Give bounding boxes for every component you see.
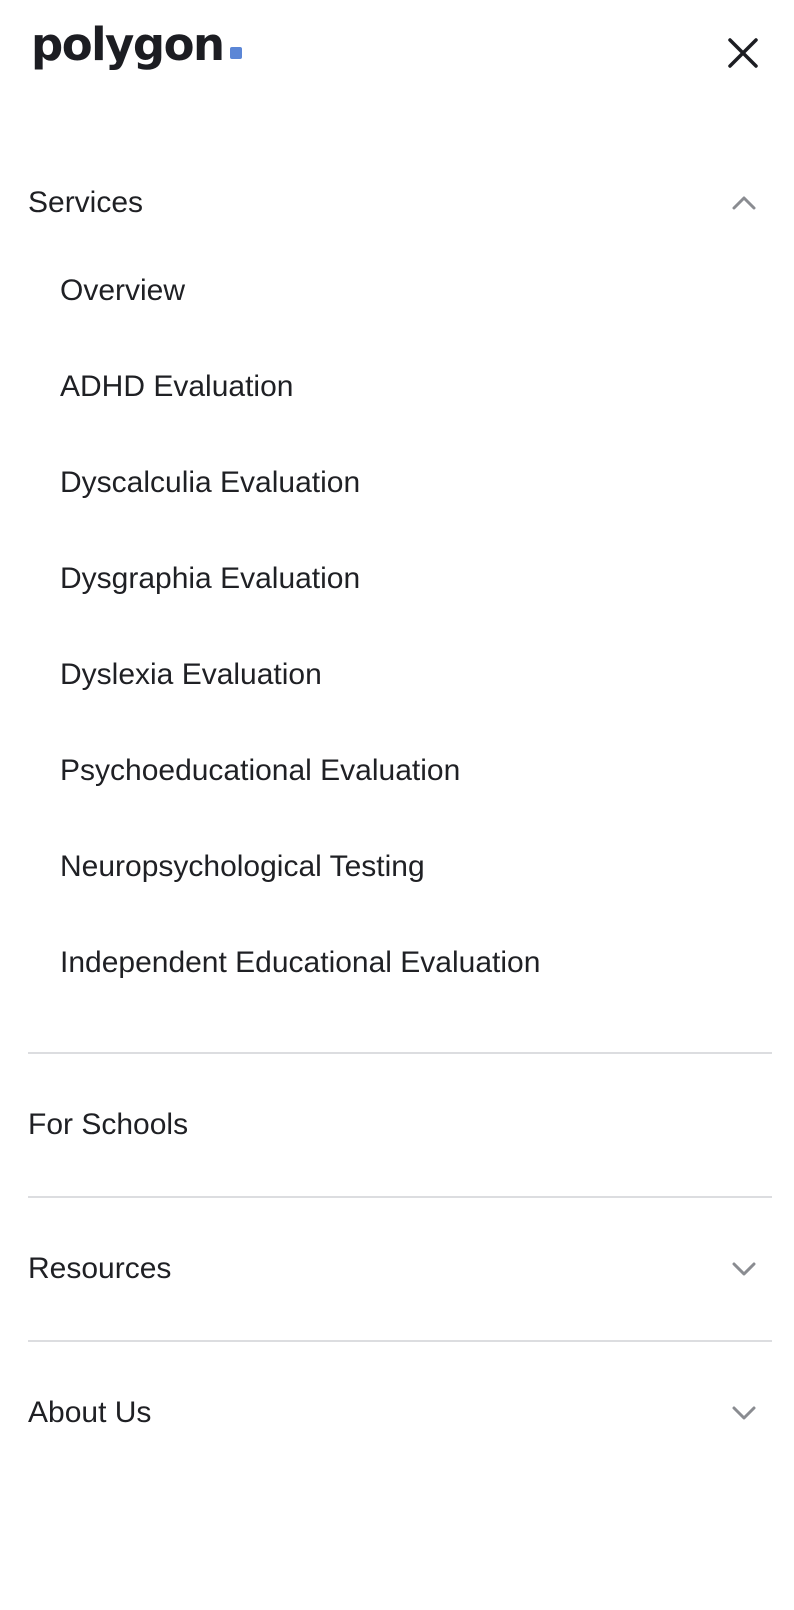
chevron-up-icon[interactable] bbox=[730, 189, 758, 217]
submenu-item-psychoeducational-evaluation[interactable]: Psychoeducational Evaluation bbox=[60, 748, 772, 794]
submenu-item-adhd-evaluation[interactable]: ADHD Evaluation bbox=[60, 364, 772, 410]
header: polygon bbox=[0, 0, 794, 110]
menu-item-label: For Schools bbox=[28, 1108, 189, 1141]
close-menu-button[interactable] bbox=[726, 36, 760, 70]
for-schools-section: For Schools bbox=[28, 1054, 772, 1196]
services-submenu: Overview ADHD Evaluation Dyscalculia Eva… bbox=[28, 268, 772, 986]
menu-item-resources[interactable]: Resources bbox=[28, 1246, 772, 1292]
chevron-down-icon[interactable] bbox=[730, 1255, 758, 1283]
close-icon bbox=[728, 38, 758, 68]
logo[interactable]: polygon bbox=[31, 22, 242, 67]
submenu-item-neuropsychological-testing[interactable]: Neuropsychological Testing bbox=[60, 844, 772, 890]
menu-item-label: Resources bbox=[28, 1252, 172, 1285]
about-us-section: About Us bbox=[28, 1342, 772, 1484]
menu-item-services[interactable]: Services bbox=[28, 180, 772, 226]
logo-dot bbox=[229, 47, 242, 59]
submenu-item-dysgraphia-evaluation[interactable]: Dysgraphia Evaluation bbox=[60, 556, 772, 602]
chevron-down-icon[interactable] bbox=[730, 1399, 758, 1427]
submenu-item-dyscalculia-evaluation[interactable]: Dyscalculia Evaluation bbox=[60, 460, 772, 506]
menu-item-label: About Us bbox=[28, 1396, 152, 1429]
submenu-item-dyslexia-evaluation[interactable]: Dyslexia Evaluation bbox=[60, 652, 772, 698]
submenu-item-independent-educational-evaluation[interactable]: Independent Educational Evaluation bbox=[60, 940, 772, 986]
logo-text: polygon bbox=[31, 18, 225, 71]
menu-item-for-schools[interactable]: For Schools bbox=[28, 1102, 772, 1148]
menu-item-label: Services bbox=[28, 186, 144, 219]
menu-item-about-us[interactable]: About Us bbox=[28, 1390, 772, 1436]
submenu-item-overview[interactable]: Overview bbox=[60, 268, 772, 314]
mobile-nav-menu: Services Overview ADHD Evaluation Dyscal… bbox=[28, 180, 772, 1484]
resources-section: Resources bbox=[28, 1198, 772, 1340]
